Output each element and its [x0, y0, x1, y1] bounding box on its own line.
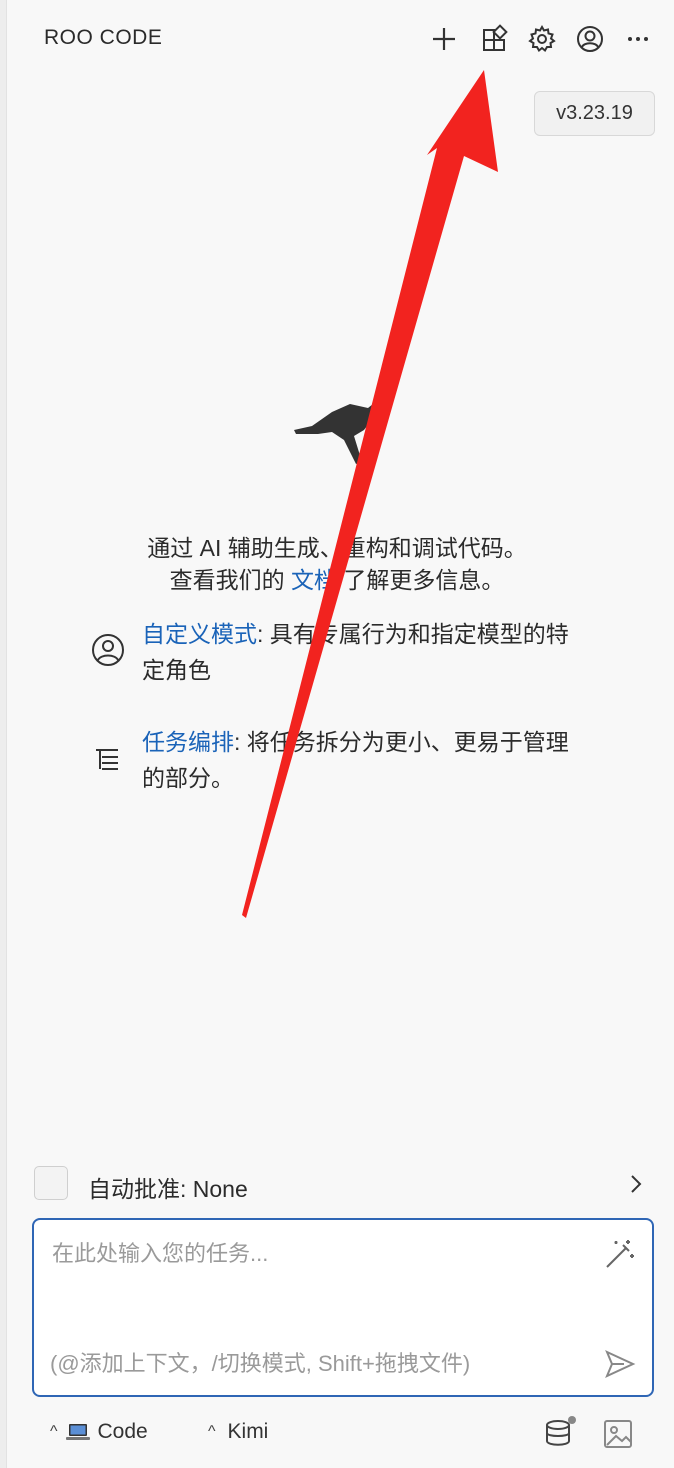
mode-label: Code	[97, 1420, 148, 1443]
auto-approve-checkbox[interactable]	[34, 1166, 68, 1200]
roo-logo	[292, 400, 387, 473]
feature-orchestration: 任务编排: 将任务拆分为更小、更易于管理的部分。	[90, 724, 590, 796]
footer-bar: ^ Code ^ Kimi	[0, 1412, 674, 1456]
mode-selector[interactable]: ^ Code	[50, 1420, 148, 1444]
gear-icon[interactable]	[523, 20, 561, 58]
database-icon[interactable]	[542, 1416, 576, 1450]
docs-link[interactable]: 文档	[291, 567, 337, 593]
intro-line-1: 通过 AI 辅助生成、重构和调试代码。	[147, 535, 527, 561]
panel-edge	[0, 0, 7, 1468]
image-icon[interactable]	[602, 1418, 634, 1450]
more-icon[interactable]	[619, 20, 657, 58]
send-icon[interactable]	[604, 1348, 636, 1380]
account-icon[interactable]	[571, 20, 609, 58]
intro-line-2: 查看我们的 文档 了解更多信息。	[0, 564, 674, 596]
intro-line-2-suffix: 了解更多信息。	[337, 567, 505, 593]
account-circle-icon	[92, 634, 124, 666]
orchestration-link[interactable]: 任务编排	[142, 729, 234, 755]
task-input[interactable]	[50, 1234, 584, 1318]
task-input-box: (@添加上下文，/切换模式, Shift+拖拽文件)	[32, 1218, 654, 1397]
app-title: ROO CODE	[44, 26, 163, 49]
feature-custom-modes: 自定义模式: 具有专属行为和指定模型的特定角色	[90, 616, 590, 688]
plus-icon[interactable]	[425, 20, 463, 58]
list-tree-icon	[96, 749, 118, 770]
model-label: Kimi	[227, 1420, 269, 1443]
intro-text: 通过 AI 辅助生成、重构和调试代码。 查看我们的 文档 了解更多信息。	[0, 532, 674, 596]
custom-modes-link[interactable]: 自定义模式	[142, 621, 257, 647]
caret-up-icon: ^	[50, 1423, 58, 1440]
chevron-right-icon[interactable]	[624, 1170, 648, 1198]
version-badge: v3.23.19	[534, 91, 655, 136]
enhance-prompt-icon[interactable]	[602, 1238, 636, 1272]
caret-up-icon: ^	[208, 1423, 216, 1440]
intro-line-2-prefix: 查看我们的	[169, 567, 291, 593]
auto-approve-label: 自动批准: None	[88, 1176, 248, 1202]
auto-approve-row[interactable]: 自动批准: None	[34, 1166, 654, 1204]
marketplace-icon[interactable]	[476, 20, 514, 58]
model-selector[interactable]: ^ Kimi	[208, 1420, 268, 1444]
input-hint: (@添加上下文，/切换模式, Shift+拖拽文件)	[50, 1351, 471, 1376]
laptop-icon	[65, 1424, 90, 1440]
